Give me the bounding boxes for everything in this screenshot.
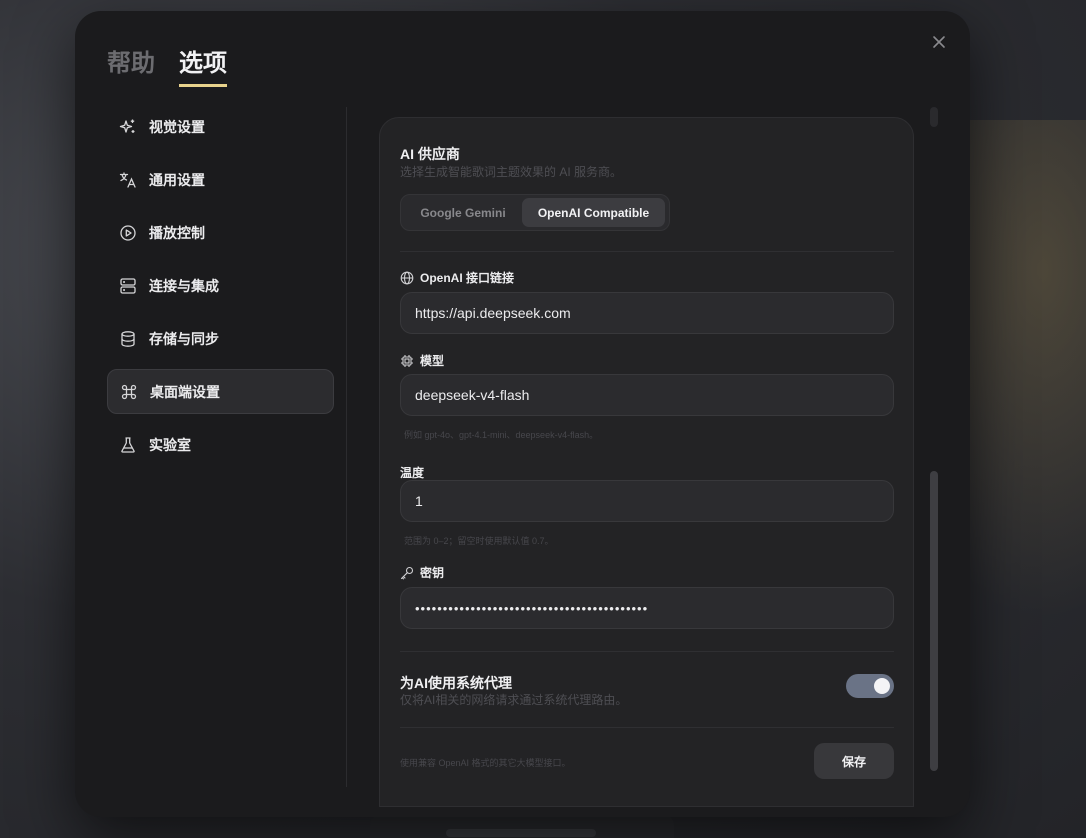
command-icon: [120, 383, 138, 401]
model-hint: 例如 gpt-4o、gpt-4.1-mini、deepseek-v4-flash…: [404, 430, 599, 440]
close-button[interactable]: [927, 30, 951, 54]
sidebar-item-label: 连接与集成: [149, 277, 219, 294]
divider: [400, 251, 894, 252]
sidebar-item-visual[interactable]: 视觉设置: [107, 104, 334, 149]
proxy-toggle[interactable]: [846, 674, 894, 698]
divider: [400, 727, 894, 728]
toggle-knob: [874, 678, 890, 694]
tab-bar: 帮助 选项: [107, 43, 227, 87]
sidebar-item-playback[interactable]: 播放控制: [107, 210, 334, 255]
play-circle-icon: [119, 224, 137, 242]
temperature-label: 温度: [400, 466, 425, 480]
scrollbar-thumb[interactable]: [930, 471, 938, 771]
key-icon: [400, 566, 414, 580]
key-label: 密钥: [400, 564, 444, 581]
sidebar-item-label: 视觉设置: [149, 118, 205, 135]
sidebar-item-desktop[interactable]: 桌面端设置: [107, 369, 334, 414]
key-input[interactable]: ••••••••••••••••••••••••••••••••••••••••…: [400, 587, 894, 629]
proxy-title: 为AI使用系统代理: [400, 675, 512, 691]
sidebar-item-label: 播放控制: [149, 224, 205, 241]
close-icon: [933, 36, 945, 48]
provider-title: AI 供应商: [400, 146, 460, 162]
chip-icon: [400, 354, 414, 368]
model-label: 模型: [400, 352, 444, 369]
model-input[interactable]: deepseek-v4-flash: [400, 374, 894, 416]
globe-icon: [400, 271, 414, 285]
save-button[interactable]: 保存: [814, 743, 894, 779]
sparkles-icon: [119, 118, 137, 136]
tab-options[interactable]: 选项: [179, 43, 227, 87]
sidebar-item-general[interactable]: 通用设置: [107, 157, 334, 202]
footer-note: 使用兼容 OpenAI 格式的其它大模型接口。: [400, 758, 571, 768]
flask-icon: [119, 436, 137, 454]
sidebar: 视觉设置 通用设置 播放控制 连接与集成 存储与同步 桌面端设置 实验室: [107, 104, 334, 475]
tab-help[interactable]: 帮助: [107, 43, 155, 87]
server-icon: [119, 277, 137, 295]
sidebar-item-label: 实验室: [149, 436, 191, 453]
proxy-desc: 仅将AI相关的网络请求通过系统代理路由。: [400, 693, 628, 707]
database-icon: [119, 330, 137, 348]
provider-desc: 选择生成智能歌词主题效果的 AI 服务商。: [400, 165, 623, 179]
scrollbar[interactable]: [930, 107, 938, 777]
provider-switch: Google Gemini OpenAI Compatible: [400, 194, 670, 231]
scrollbar-top: [930, 107, 938, 127]
sidebar-item-lab[interactable]: 实验室: [107, 422, 334, 467]
sidebar-item-connections[interactable]: 连接与集成: [107, 263, 334, 308]
settings-modal: 帮助 选项 视觉设置 通用设置 播放控制 连接与集成 存储与同步 桌面端设置 实…: [75, 11, 970, 817]
endpoint-label: OpenAI 接口链接: [400, 269, 514, 286]
translate-icon: [119, 171, 137, 189]
sidebar-item-label: 通用设置: [149, 171, 205, 188]
sidebar-divider: [346, 107, 347, 787]
background-window: [370, 815, 674, 838]
temperature-hint: 范围为 0–2；留空时使用默认值 0.7。: [404, 536, 554, 546]
sidebar-item-label: 桌面端设置: [150, 383, 220, 400]
provider-option-gemini[interactable]: Google Gemini: [404, 198, 522, 227]
ai-settings-panel: AI 供应商 选择生成智能歌词主题效果的 AI 服务商。 Google Gemi…: [379, 117, 914, 807]
provider-option-openai[interactable]: OpenAI Compatible: [522, 198, 665, 227]
sidebar-item-label: 存储与同步: [149, 330, 219, 347]
divider: [400, 651, 894, 652]
temperature-input[interactable]: 1: [400, 480, 894, 522]
endpoint-input[interactable]: https://api.deepseek.com: [400, 292, 894, 334]
sidebar-item-storage[interactable]: 存储与同步: [107, 316, 334, 361]
